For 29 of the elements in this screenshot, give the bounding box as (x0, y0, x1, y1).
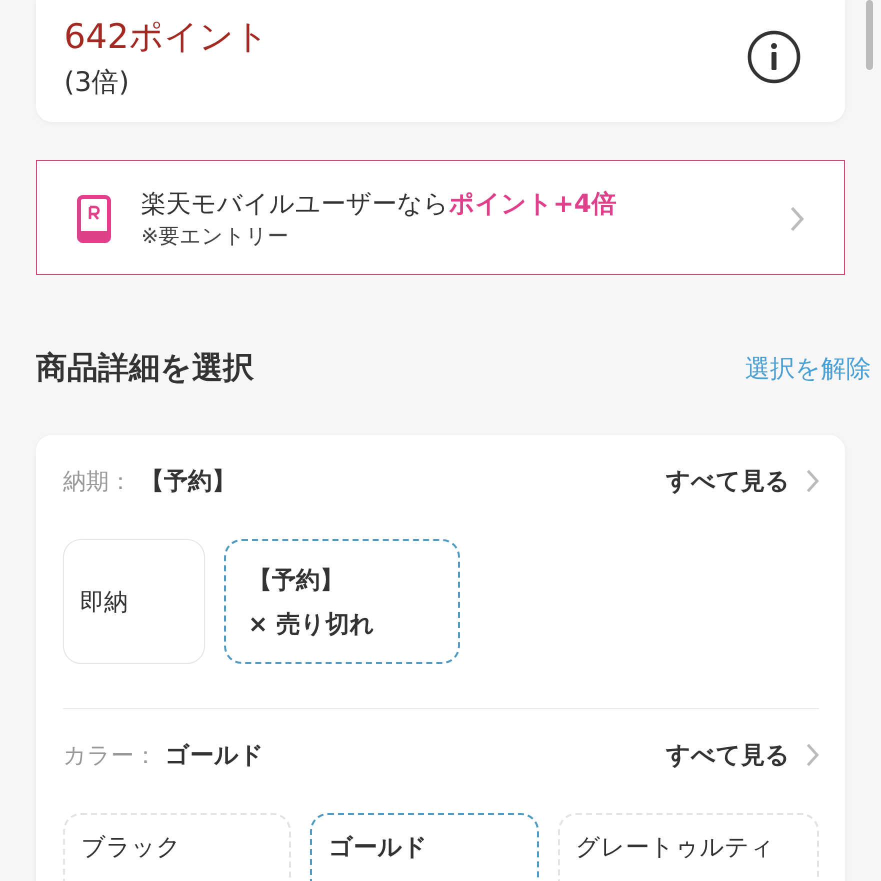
chevron-right-icon (806, 469, 819, 493)
option-chip[interactable]: ブラック (63, 813, 292, 881)
chevron-right-icon (806, 743, 819, 767)
points-multiplier: (3倍) (64, 66, 130, 100)
sold-out-label: × 売り切れ (248, 608, 376, 640)
see-all-link[interactable]: すべて見る (666, 465, 819, 497)
option-name: 即納 (80, 586, 129, 618)
option-label: カラー： (63, 742, 157, 770)
option-value: ゴールド (165, 740, 265, 771)
option-chip[interactable]: グレートゥルティ (558, 813, 819, 881)
points-amount: 642ポイント (64, 16, 269, 59)
section-title: 商品詳細を選択 (36, 349, 254, 388)
option-name: 【予約】 (248, 564, 345, 596)
option-name: ゴールド (328, 832, 428, 863)
entry-note: ※要エントリー (141, 223, 290, 250)
option-value: 【予約】 (140, 466, 237, 497)
chevron-right-icon (790, 206, 804, 232)
option-label: 納期： (63, 468, 132, 496)
option-name: グレートゥルティ (576, 832, 776, 863)
option-name: ブラック (81, 832, 182, 863)
see-all-link[interactable]: すべて見る (666, 739, 819, 771)
banner-text: 楽天モバイルユーザーならポイント+4倍 (141, 188, 618, 220)
phone-icon (77, 194, 111, 242)
mobile-banner[interactable]: 楽天モバイルユーザーならポイント+4倍 ※要エントリー (36, 160, 845, 275)
option-chip[interactable]: 【予約】 × 売り切れ (224, 539, 460, 664)
option-chip[interactable]: ゴールド (310, 813, 539, 881)
info-icon[interactable] (747, 30, 801, 84)
option-chip[interactable]: 即納 (63, 539, 205, 664)
scrollbar[interactable] (866, 0, 873, 70)
